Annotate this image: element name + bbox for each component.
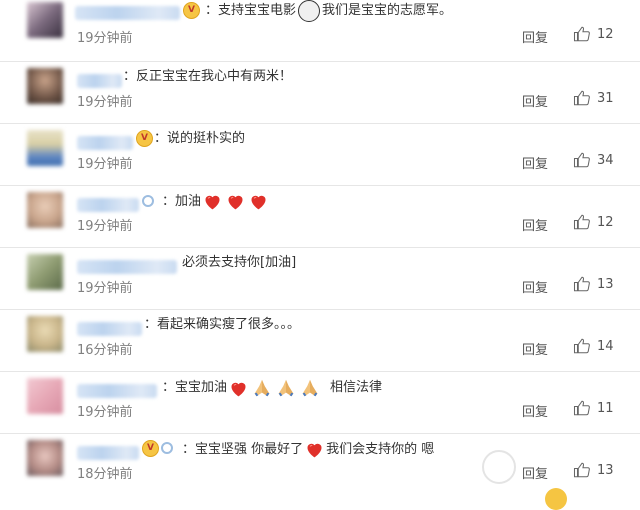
comment-text-part: ：加油 [162, 193, 202, 209]
comment-text-part: 我们会支持你的 嗯 [326, 441, 435, 457]
reply-button[interactable]: 回复 [522, 215, 548, 234]
red-heart-emoji [251, 195, 266, 210]
thumbs-up-icon [573, 90, 590, 106]
like-button[interactable]: 12 [573, 213, 614, 231]
reply-button[interactable]: 回复 [522, 339, 548, 358]
praying-hands-emoji [302, 379, 318, 397]
verified-badge-icon: V [183, 0, 200, 20]
comment-item: ：反正宝宝在我心中有两米！ 19分钟前 回复 31 [0, 62, 640, 124]
comment-text: ：反正宝宝在我心中有两米！ [123, 67, 292, 87]
red-heart-emoji [307, 443, 322, 458]
username[interactable] [77, 384, 157, 398]
reply-button[interactable]: 回复 [522, 153, 548, 172]
like-button[interactable]: 31 [573, 89, 614, 107]
like-count: 13 [597, 276, 614, 292]
verified-badge-icon: V [142, 438, 173, 458]
reply-button[interactable]: 回复 [522, 91, 548, 110]
comment-text-part: ：说的挺朴实的 [154, 131, 246, 146]
like-button[interactable]: 13 [573, 275, 614, 293]
comment-text-part: 我们是宝宝的志愿军。 [322, 3, 453, 18]
comment-text-part: ：宝宝加油 [162, 380, 228, 395]
timestamp: 18分钟前 [77, 467, 133, 482]
comment-text-part: 相信法律 [330, 380, 383, 395]
comment-item: ：加油 19分钟前 回复 12 [0, 186, 640, 248]
reply-button[interactable]: 回复 [522, 401, 548, 420]
timestamp: 19分钟前 [77, 31, 133, 46]
comment-text: 必须去支持你[加油] [182, 253, 296, 273]
emoji-face-icon [545, 488, 567, 510]
comment-text-part: 必须去支持你[加油] [182, 255, 297, 270]
like-count: 13 [597, 462, 614, 478]
like-button[interactable]: 11 [573, 399, 614, 417]
comment-text-part: ：反正宝宝在我心中有两米！ [123, 69, 293, 84]
avatar[interactable] [27, 2, 63, 38]
timestamp: 19分钟前 [77, 95, 133, 110]
avatar[interactable] [27, 316, 63, 352]
thumbs-up-icon [573, 276, 590, 292]
avatar[interactable] [27, 254, 63, 290]
praying-hands-emoji [278, 379, 294, 397]
comment-text: ：加油 [162, 191, 270, 212]
watermark-logo [482, 450, 516, 484]
emoji-face-icon [298, 0, 321, 22]
praying-hands-emoji [254, 379, 270, 397]
timestamp: 16分钟前 [77, 343, 133, 358]
avatar[interactable] [27, 378, 63, 414]
like-count: 12 [597, 214, 614, 230]
reply-button[interactable]: 回复 [522, 27, 548, 46]
avatar[interactable] [27, 440, 63, 476]
avatar[interactable] [27, 192, 63, 228]
comment-item: 必须去支持你[加油] 19分钟前 回复 13 [0, 248, 640, 310]
timestamp: 19分钟前 [77, 219, 133, 234]
username[interactable] [77, 446, 139, 460]
comment-text-part: ：支持宝宝电影 [205, 3, 297, 18]
timestamp: 19分钟前 [77, 405, 133, 420]
timestamp: 19分钟前 [77, 157, 133, 172]
username[interactable] [75, 6, 180, 20]
red-heart-emoji [205, 195, 220, 210]
comment-item: V ：支持宝宝电影 我们是宝宝的志愿军。 19分钟前 回复 12 [0, 0, 640, 62]
thumbs-up-icon [573, 462, 590, 478]
thumbs-up-icon [573, 338, 590, 354]
comment-text: ：支持宝宝电影 我们是宝宝的志愿军。 [205, 0, 452, 22]
thumbs-up-icon [573, 400, 590, 416]
reply-button[interactable]: 回复 [522, 277, 548, 296]
comment-item: V ：宝宝坚强 你最好了 我们会支持你的 嗯 18分钟前 回复 13 [0, 434, 640, 496]
comment-text: ：宝宝坚强 你最好了 我们会支持你的 嗯 [182, 439, 434, 460]
like-button[interactable]: 13 [573, 461, 614, 479]
comment-text: ：说的挺朴实的 [154, 129, 245, 149]
thumbs-up-icon [573, 152, 590, 168]
thumbs-up-icon [573, 214, 590, 230]
status-badge [142, 191, 154, 211]
like-count: 12 [597, 26, 614, 42]
like-button[interactable]: 12 [573, 25, 614, 43]
red-heart-emoji [228, 195, 243, 210]
timestamp: 19分钟前 [77, 281, 133, 296]
reply-button[interactable]: 回复 [522, 463, 548, 482]
comment-item: ：看起来确实瘦了很多。。。 16分钟前 回复 14 [0, 310, 640, 372]
like-button[interactable]: 14 [573, 337, 614, 355]
avatar[interactable] [27, 68, 63, 104]
verified-badge-icon: V [136, 128, 153, 148]
comment-text: ：宝宝加油 相信法律 [162, 377, 382, 399]
red-heart-emoji [231, 382, 246, 396]
like-count: 14 [597, 338, 614, 354]
username[interactable] [77, 198, 139, 212]
like-button[interactable]: 34 [573, 151, 614, 169]
username[interactable] [77, 74, 122, 88]
username[interactable] [77, 322, 142, 336]
username[interactable] [77, 136, 133, 150]
username[interactable] [77, 260, 177, 274]
comment-item: V ：说的挺朴实的 19分钟前 回复 34 [0, 124, 640, 186]
comment-text: ：看起来确实瘦了很多。。。 [144, 315, 300, 335]
comment-item: ：宝宝加油 相信法律 19分钟前 回复 11 [0, 372, 640, 434]
avatar[interactable] [27, 130, 63, 166]
like-count: 11 [597, 400, 614, 416]
thumbs-up-icon [573, 26, 590, 42]
like-count: 31 [597, 90, 614, 106]
like-count: 34 [597, 152, 614, 168]
comment-text-part: ：宝宝坚强 你最好了 [182, 441, 304, 457]
comment-text-part: ：看起来确实瘦了很多。。。 [144, 317, 301, 332]
